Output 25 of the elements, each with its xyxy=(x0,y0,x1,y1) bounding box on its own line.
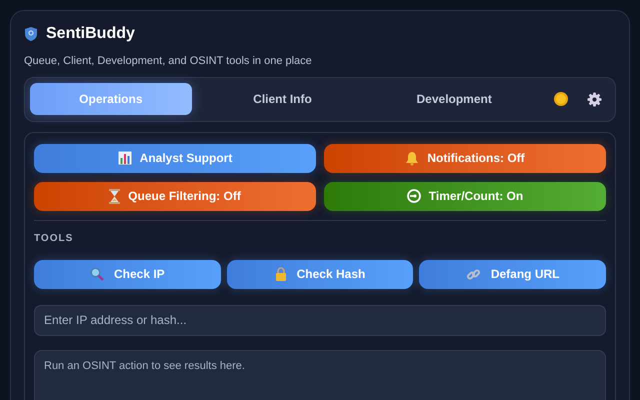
tool-button[interactable]: Check Hash xyxy=(226,260,414,288)
sun-icon[interactable] xyxy=(553,91,569,107)
link-icon xyxy=(466,266,481,282)
toggle-button[interactable]: Timer/Count: On xyxy=(324,182,606,210)
settings-icon[interactable] xyxy=(587,92,602,106)
tab[interactable]: Development xyxy=(373,83,536,115)
timer-icon xyxy=(406,189,421,203)
hourglass-icon xyxy=(109,188,120,204)
section-heading: TOOLS xyxy=(34,232,74,246)
tab[interactable]: Operations xyxy=(30,83,192,115)
lock-icon xyxy=(274,267,287,281)
tool-button[interactable]: Defang URL xyxy=(419,260,606,288)
bar-chart-icon xyxy=(118,151,132,165)
action-button[interactable]: Analyst Support xyxy=(34,144,316,172)
tool-button[interactable]: Check IP xyxy=(34,260,221,288)
toggle-button[interactable]: Notifications: Off xyxy=(324,144,606,172)
bell-icon xyxy=(405,150,420,166)
toggle-button[interactable]: Queue Filtering: Off xyxy=(34,182,316,210)
ip-hash-input[interactable]: Enter IP address or hash... xyxy=(34,304,606,336)
app-subtitle: Queue, Client, Development, and OSINT tools in one place xyxy=(24,54,313,69)
tab[interactable]: Client Info xyxy=(202,83,364,115)
search-icon xyxy=(90,267,104,281)
app-title: SentiBuddy xyxy=(46,24,135,44)
results-output[interactable]: Run an OSINT action to see results here. xyxy=(34,350,606,400)
shield-icon xyxy=(24,26,38,42)
